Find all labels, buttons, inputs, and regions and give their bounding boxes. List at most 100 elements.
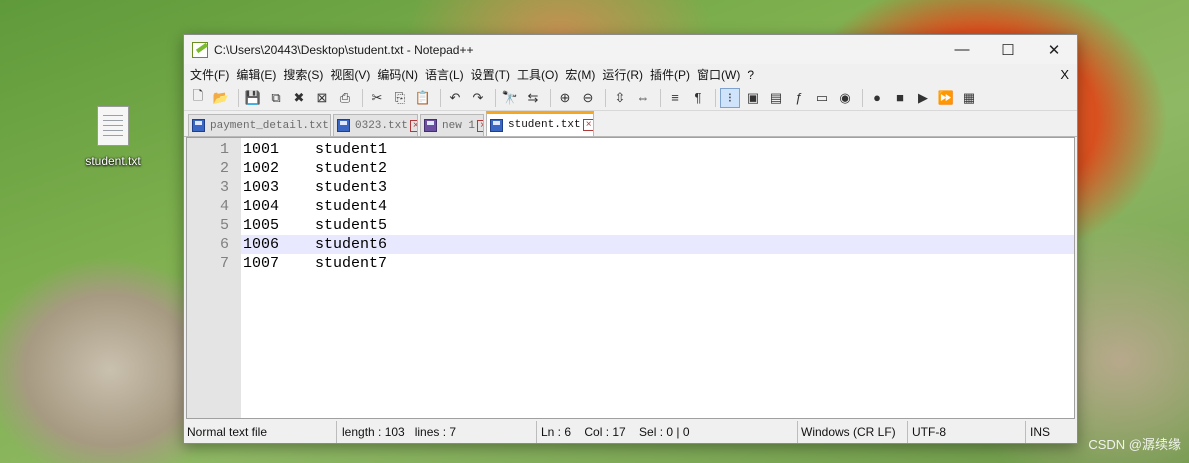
folder-workspace-icon[interactable]: ▭	[812, 88, 832, 108]
replace-icon[interactable]: ⇆	[523, 88, 543, 108]
menu-item[interactable]: 文件(F)	[190, 66, 236, 83]
menu-item[interactable]: 编码(N)	[377, 66, 425, 83]
tab-student-txt[interactable]: student.txt ×	[486, 111, 594, 136]
editor-line[interactable]: 5 1005 student5	[220, 216, 1074, 235]
notepad-window: C:\Users\20443\Desktop\student.txt - Not…	[183, 34, 1078, 444]
unsaved-file-icon	[424, 119, 437, 132]
stop-macro-icon[interactable]: ■	[890, 88, 910, 108]
status-file-type: Normal text file	[184, 421, 337, 443]
show-all-chars-icon[interactable]: ¶	[688, 88, 708, 108]
editor-line[interactable]: 4 1004 student4	[220, 197, 1074, 216]
editor-line[interactable]: 3 1003 student3	[220, 178, 1074, 197]
line-number: 3	[219, 179, 229, 196]
minimize-button[interactable]: —	[939, 35, 985, 64]
save-all-icon[interactable]: ⧉	[266, 88, 286, 108]
tab-label: 0323.txt	[355, 119, 408, 132]
menu-item[interactable]: 宏(M)	[565, 66, 602, 83]
editor-line[interactable]: 6 1006 student6	[220, 235, 1074, 254]
open-file-icon[interactable]: 📂	[211, 88, 231, 108]
tab-close-icon[interactable]: ×	[582, 119, 593, 131]
tab-close-icon[interactable]: ×	[409, 119, 417, 132]
new-file-icon[interactable]: 🗋	[188, 88, 208, 108]
copy-icon[interactable]: ⎘	[390, 88, 410, 108]
redo-icon[interactable]: ↷	[468, 88, 488, 108]
editor-line[interactable]: 1 1001 student1	[220, 140, 1074, 159]
line-number: 2	[219, 160, 229, 177]
play-macro-icon[interactable]: ▶	[913, 88, 933, 108]
function-list-icon[interactable]: ƒ	[789, 88, 809, 108]
toolbar-separator	[550, 88, 551, 107]
paste-icon[interactable]: 📋	[413, 88, 433, 108]
record-macro-icon[interactable]: ●	[867, 88, 887, 108]
save-icon[interactable]: 💾	[243, 88, 263, 108]
close-icon[interactable]: ✖	[289, 88, 309, 108]
editor[interactable]: 1 1001 student1 2 1002 student2 3 1003 studen…	[186, 137, 1075, 419]
tab-label: new 1	[442, 119, 476, 132]
menu-item[interactable]: 工具(O)	[517, 66, 565, 83]
print-icon[interactable]: ⎙	[335, 88, 355, 108]
sync-vertical-icon[interactable]: ⇳	[610, 88, 630, 108]
line-text: 1001 student1	[243, 141, 388, 158]
monitoring-icon[interactable]: ◉	[835, 88, 855, 108]
desktop-icon[interactable]: student.txt	[78, 106, 148, 168]
sync-horizontal-icon[interactable]: ⇔	[633, 88, 653, 108]
line-text: 1003 student3	[243, 179, 388, 196]
tab-label: payment_detail.txt	[210, 119, 329, 132]
line-text: 1004 student4	[243, 198, 388, 215]
toolbar-separator	[862, 88, 863, 107]
menu-item[interactable]: 插件(P)	[650, 66, 697, 83]
toolbar: 🗋 📂 💾 ⧉ ✖ ⊠ ⎙ ✂ ⎘ 📋 ↶ ↷ 🔭 ⇆ ⊕ ⊖ ⇳ ⇔ ≡ ¶ ⁝ ▣ ▤ ƒ ▭ ◉ ● ■ ▶ ⏩ ▦	[184, 85, 1077, 111]
menu-item[interactable]: 语言(L)	[425, 66, 471, 83]
cut-icon[interactable]: ✂	[367, 88, 387, 108]
indent-guide-icon[interactable]: ⁝	[720, 87, 740, 108]
status-length: length : 103 lines : 7	[337, 421, 537, 443]
menu-item[interactable]: 设置(T)	[471, 66, 517, 83]
menu-item[interactable]: 编辑(E)	[236, 66, 283, 83]
menu-item[interactable]: 窗口(W)	[697, 66, 747, 83]
zoom-in-icon[interactable]: ⊕	[555, 88, 575, 108]
save-macro-icon[interactable]: ▦	[959, 88, 979, 108]
line-number: 7	[219, 255, 229, 272]
editor-line[interactable]: 7 1007 student7	[220, 254, 1074, 273]
line-number: 6	[219, 236, 229, 253]
zoom-out-icon[interactable]: ⊖	[578, 88, 598, 108]
line-text: 1006 student6	[243, 236, 388, 253]
tab-new-1[interactable]: new 1×	[420, 114, 484, 136]
line-number: 1	[219, 141, 229, 158]
menu-item[interactable]: ?	[747, 68, 761, 82]
undo-icon[interactable]: ↶	[445, 88, 465, 108]
line-number: 4	[219, 198, 229, 215]
close-all-icon[interactable]: ⊠	[312, 88, 332, 108]
line-text: 1007 student7	[243, 255, 388, 272]
find-icon[interactable]: 🔭	[500, 88, 520, 108]
tab-close-icon[interactable]: ×	[477, 119, 483, 132]
status-eol[interactable]: Windows (CR LF)	[798, 421, 908, 443]
user-lang-icon[interactable]: ▣	[743, 88, 763, 108]
doc-map-icon[interactable]: ▤	[766, 88, 786, 108]
menu-item[interactable]: 视图(V)	[330, 66, 377, 83]
tab-0323-txt[interactable]: 0323.txt×	[333, 114, 418, 136]
maximize-button[interactable]: ☐	[985, 35, 1031, 64]
word-wrap-icon[interactable]: ≡	[665, 88, 685, 108]
desktop-icon-label: student.txt	[85, 154, 141, 168]
status-encoding[interactable]: UTF-8	[908, 421, 1026, 443]
menu-close-document[interactable]: X	[1060, 67, 1069, 82]
tab-label: student.txt	[508, 119, 581, 131]
status-insert-mode[interactable]: INS	[1026, 421, 1076, 443]
tab-payment-detail-txt[interactable]: payment_detail.txt×	[188, 114, 331, 136]
close-button[interactable]: ✕	[1031, 35, 1077, 64]
status-bar: Normal text file length : 103 lines : 7 …	[184, 421, 1077, 443]
editor-line[interactable]: 2 1002 student2	[220, 159, 1074, 178]
line-number: 5	[219, 217, 229, 234]
menu-item[interactable]: 运行(R)	[602, 66, 650, 83]
status-lines-value: lines : 7	[414, 425, 457, 439]
toolbar-separator	[660, 88, 661, 107]
text-area[interactable]: 1 1001 student1 2 1002 student2 3 1003 studen…	[220, 138, 1074, 418]
text-file-icon	[97, 106, 129, 146]
run-macro-multiple-icon[interactable]: ⏩	[936, 88, 956, 108]
menu-item[interactable]: 搜索(S)	[283, 66, 330, 83]
title-bar[interactable]: C:\Users\20443\Desktop\student.txt - Not…	[184, 35, 1077, 64]
line-text: 1005 student5	[243, 217, 388, 234]
toolbar-separator	[605, 88, 606, 107]
saved-file-icon	[490, 118, 503, 132]
